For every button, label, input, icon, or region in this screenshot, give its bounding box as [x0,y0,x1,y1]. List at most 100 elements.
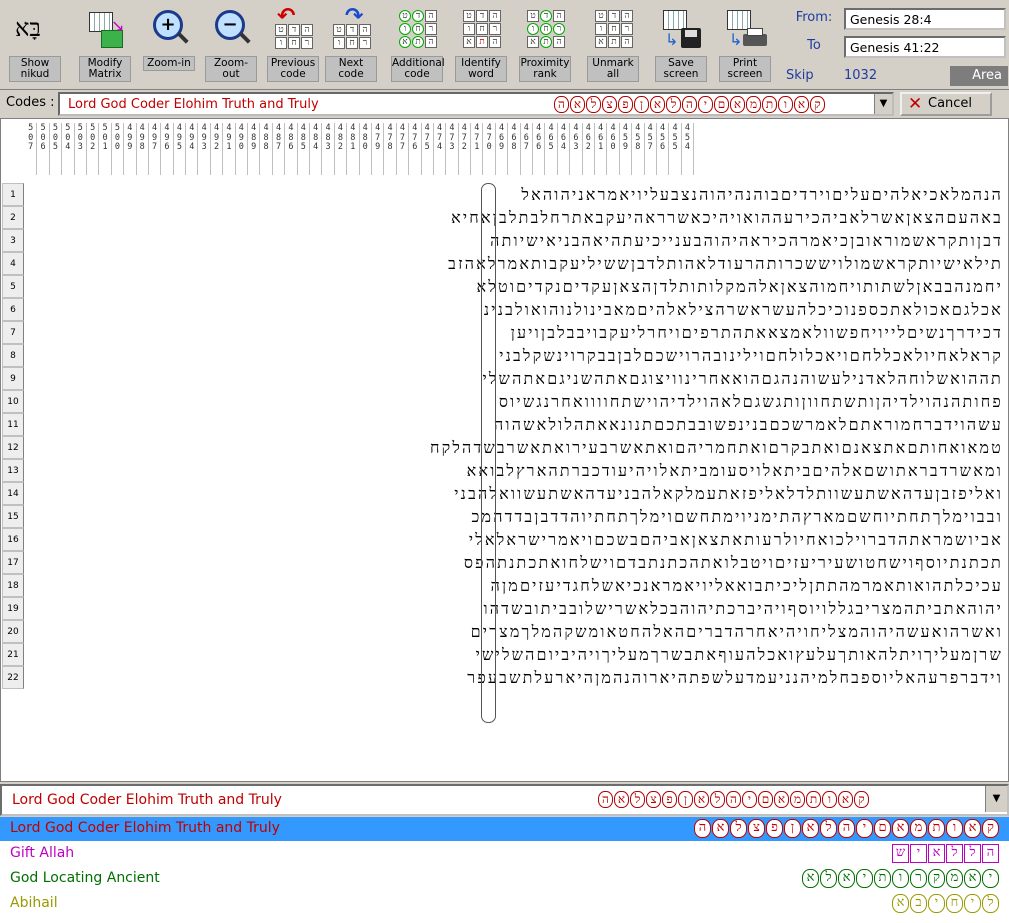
matrix-row[interactable]: תההואשלוחהלאדנילעשוהנהגםהואאחרינוויצוגםא… [25,367,1008,390]
found-code-letter: ל [710,791,725,808]
code-letter: ה [838,819,855,838]
row-header: 12 [2,436,24,459]
found-code-letter: ק [854,791,869,808]
column-header: 483 [322,123,335,175]
code-letter: ת [928,819,945,838]
code-letters: שיאללה [892,844,1000,863]
matrix-row[interactable]: יחמנהבבאןלשתותויחמוהצאןאלהמקלותותלדןהצאן… [25,275,1008,298]
matrix-row[interactable]: באהעםהצאןאשרלאביהכירעההואויהיכאשרראהיעקב… [25,206,1008,229]
column-header: 489 [248,123,261,175]
row-header: 13 [2,459,24,482]
matrix-icon: ↘ [83,4,127,56]
zoom-out-icon: − [209,4,253,56]
matrix-row[interactable]: דכידרךנשיםלייויחפשוולאמצאאתהתרפיםויחרליע… [25,321,1008,344]
code-letter: ן [784,819,801,838]
code-letter: א [964,869,981,888]
matrix-row[interactable]: אכלגםאכולאתכספנוכיכלהעשראשרהצילאלהיםמאבי… [25,298,1008,321]
next-icon: ↷ טדהוחר [329,4,373,56]
matrix-row[interactable]: פחותהנהוילדיהןותשתחווןותגשגםלאהוילדיהויש… [25,390,1008,413]
unmark-all-button[interactable]: טדהוחראתה Unmark all [584,4,642,88]
from-field[interactable]: Genesis 28:4 [844,8,1006,30]
matrix-row[interactable]: ואשרהואעשהיהוהמצליחויהיאחרהדבריםהאלהחטאו… [25,620,1008,643]
row-header: 16 [2,528,24,551]
skip-value: 1032 [844,68,878,83]
column-header: 486 [285,123,298,175]
column-header: 475 [422,123,434,175]
code-letter: א [712,819,729,838]
column-header: 502 [87,123,100,175]
modify-matrix-label: Modify Matrix [79,56,131,82]
column-header: 472 [459,123,472,175]
matrix-row[interactable]: הנהמלאכיאלהיםעליםוירדיםבוהנהיהוהנצבעליוי… [25,183,1008,206]
matrix-row[interactable]: וידברפרעהאליוספבחלמיהנניעמדעלשפתהיארוהנה… [25,666,1008,689]
zoom-out-button[interactable]: − Zoom-out [202,4,260,88]
chevron-down-icon[interactable]: ▼ [985,786,1007,812]
nikud-glyph: בָּא [15,14,41,42]
codes-list[interactable]: Lord God Coder Elohim Truth and Truly ה א ל… [0,817,1009,923]
column-header: 501 [99,123,112,175]
row-header: 6 [2,298,24,321]
codes-dropdown[interactable]: Lord God Coder Elohim Truth and Truly הא… [58,92,894,116]
cancel-label: Cancel [928,96,973,111]
code-letter: ל [730,819,747,838]
next-code-button[interactable]: ↷ טדהוחר Next code [322,4,380,88]
matrix-row[interactable]: תילאישיותקראשמולויששכרותהרעודלאהותלדבןשש… [25,252,1008,275]
proximity-rank-label: Proximity rank [519,56,571,82]
print-screen-button[interactable]: ↳ Print screen [716,4,774,88]
found-code-letter: צ [646,791,661,808]
code-list-item[interactable]: Abihail א ב י ח י ל [0,892,1009,916]
found-code-letter: ל [630,791,645,808]
letter-matrix[interactable]: 5075065055045035025015004994984974964954… [0,118,1009,782]
matrix-row[interactable]: טמאואחותםאתצאנםואתבקרםואתחמריהםואתאשרבעי… [25,436,1008,459]
column-header: 494 [186,123,199,175]
zoom-in-button[interactable]: + Zoom-in [140,4,198,88]
matrix-row[interactable]: תכתנתיוסףוישחטושעיריעזיםויטבלואתהכתנתבדם… [25,551,1008,574]
found-codes-dropdown[interactable]: Lord God Coder Elohim Truth and Truly הא… [0,784,1009,816]
matrix-row[interactable]: ואליפזבןעדהאשתעשוותלדלאליפזאתעמלקאלהבניע… [25,482,1008,505]
code-letter: מ [946,869,963,888]
found-code-letter: ה [598,791,613,808]
print-icon: ↳ [723,4,767,56]
code-letter: י [856,819,873,838]
code-list-item[interactable]: God Locating Ancient א ל א י ת ו ר ק מ א י [0,867,1009,891]
additional-code-button[interactable]: טדהוחראתה Additional code [388,4,446,88]
code-letter: י [982,869,999,888]
show-nikud-button[interactable]: בָּא Show nikud [6,4,64,88]
code-letter: א [802,869,819,888]
additional-code-label: Additional code [391,56,445,82]
column-header: 478 [384,123,397,175]
matrix-row[interactable]: עכיכלתהואותאמרמהתתןליכיתבואאליויאמראנכיא… [25,574,1008,597]
previous-code-button[interactable]: ↶ טדהוחר Previous code [264,4,322,88]
to-field[interactable]: Genesis 41:22 [844,36,1006,58]
code-letter: ה [554,96,569,113]
matrix-row[interactable]: ובבוימלךתחתיוחשםמארץהתימניוימתחשםוימלךתח… [25,505,1008,528]
code-letter: א [838,869,855,888]
matrix-grid[interactable]: הנהמלאכיאלהיםעליםוירדיםבוהנהיהוהנצבעליוי… [25,183,1008,689]
proximity-rank-button[interactable]: טדהוחראתה Proximity rank [516,4,574,88]
column-header: 481 [347,123,360,175]
code-letters: אביחיל [892,894,1000,913]
identify-word-button[interactable]: טדהוחראתה Identify word [452,4,510,88]
column-header: 476 [409,123,422,175]
matrix-row[interactable]: שרןמעליךויתלהאותךעלעץואכלהעוףאתבשרךמעליך… [25,643,1008,666]
code-list-item[interactable]: Gift Allah ש י א ל ל ה [0,842,1009,866]
matrix-row[interactable]: ומאשרדבראתושםאלהיםביתאלויסעומביתאלויהיעו… [25,459,1008,482]
code-letter: ל [586,96,601,113]
matrix-row[interactable]: אביושמראתהדברוילכואחיולרעותאתצאןאביהםבשכ… [25,528,1008,551]
code-letter: א [650,96,665,113]
cancel-button[interactable]: ✕ Cancel [900,92,992,116]
additional-icon: טדהוחראתה [395,4,439,56]
matrix-row[interactable]: עשהוידברחמוראתםלאמרשכםבנינפשובבתכםתנונאא… [25,413,1008,436]
column-header: 471 [471,123,484,175]
matrix-row[interactable]: יהוהאתביתהמצריבגללויוסףויהיברכתיהוהבכלאש… [25,597,1008,620]
area-button[interactable]: Area [950,66,1008,86]
modify-matrix-button[interactable]: ↘ Modify Matrix [76,4,134,88]
column-header: 461 [595,123,608,175]
chevron-down-icon[interactable]: ▼ [874,94,892,114]
save-screen-button[interactable]: ↳ Save screen [652,4,710,88]
column-header: 498 [137,123,149,175]
matrix-row[interactable]: קראלאחיולאכללחםויאכלולחםוילינובהרוישכםלב… [25,344,1008,367]
code-list-item[interactable]: Lord God Coder Elohim Truth and Truly ה א ל… [0,817,1009,841]
matrix-row[interactable]: דבןותקראשמוראובןכיאמרהכיראהיהוהבענייכיעת… [25,229,1008,252]
code-letter: ם [874,819,891,838]
